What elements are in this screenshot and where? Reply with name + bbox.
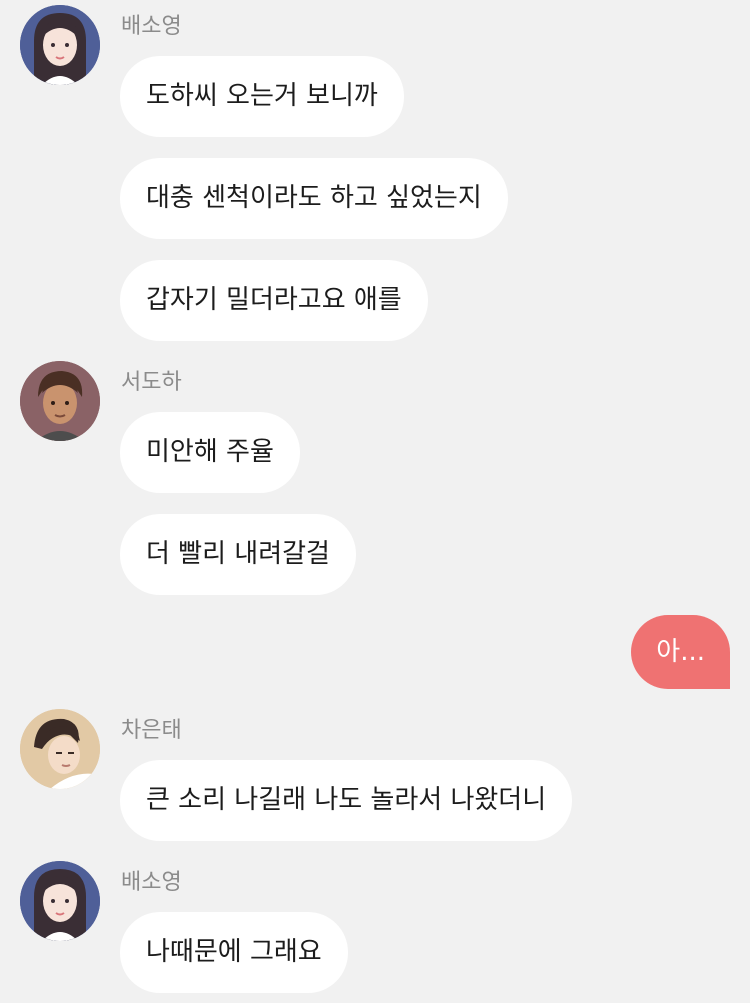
avatar-bae-soyoung[interactable] (20, 861, 100, 941)
message-bubble[interactable]: 큰 소리 나길래 나도 놀라서 나왔더니 (120, 760, 573, 841)
avatar-seo-doha[interactable] (20, 361, 100, 441)
message-bubble[interactable]: 미안해 주율 (120, 412, 300, 493)
avatar-cha-euntae[interactable] (20, 709, 100, 789)
message-bubble[interactable]: 더 빨리 내려갈걸 (120, 514, 356, 595)
message-bubble[interactable]: 도하씨 오는거 보니까 (120, 56, 404, 137)
sender-name: 배소영 (121, 870, 182, 895)
avatar-bae-soyoung[interactable] (20, 5, 100, 85)
my-message-bubble[interactable]: 아... (631, 615, 730, 689)
message-bubble[interactable]: 나때문에 그래요 (120, 912, 348, 993)
sender-name: 배소영 (121, 14, 182, 39)
man-portrait-icon (20, 361, 100, 441)
message-bubble[interactable]: 대충 센척이라도 하고 싶었는지 (120, 158, 508, 239)
message-bubble[interactable]: 갑자기 밀더라고요 애를 (120, 260, 428, 341)
sender-name: 차은태 (121, 718, 182, 743)
woman-portrait-icon (20, 5, 100, 85)
man-portrait-icon (20, 709, 100, 789)
woman-portrait-icon (20, 861, 100, 941)
sender-name: 서도하 (121, 370, 182, 395)
